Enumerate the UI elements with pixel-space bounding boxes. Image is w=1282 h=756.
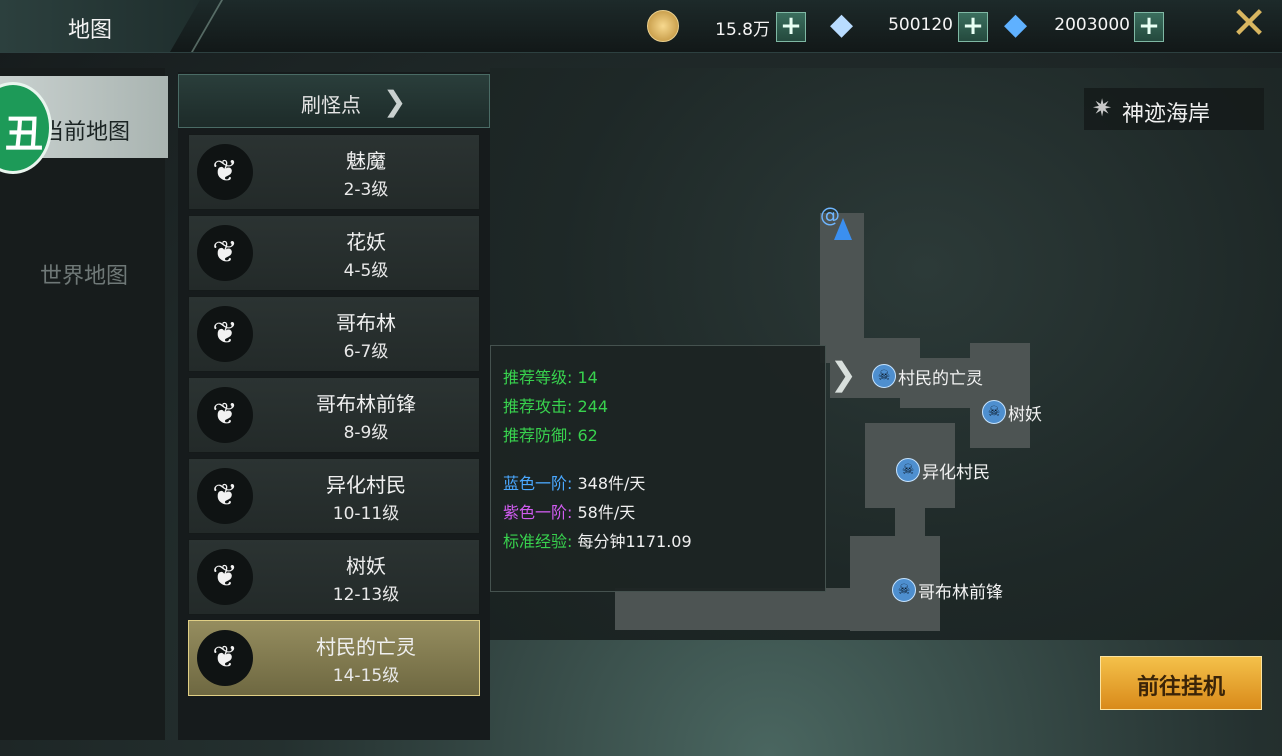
winged-boot-icon: ❦ <box>197 549 253 605</box>
winged-boot-icon: ❦ <box>197 468 253 524</box>
winged-boot-icon: ❦ <box>197 306 253 362</box>
monster-name: 魅魔 <box>346 149 386 173</box>
region-name-box: ✷ 神迹海岸 <box>1084 88 1264 130</box>
go-idle-button-label: 前往挂机 <box>1136 675 1225 700</box>
list-item[interactable]: ❦ 哥布林 6-7级 <box>188 296 480 372</box>
monster-name: 树妖 <box>346 554 386 578</box>
diamond-value: 500120 <box>888 15 953 35</box>
exp-label: 标准经验: <box>503 532 573 551</box>
rec-attack-value: 244 <box>577 397 609 416</box>
gold-coin-icon <box>647 10 679 42</box>
list-item[interactable]: ❦ 哥布林前锋 8-9级 <box>188 377 480 453</box>
winged-boot-icon: ❦ <box>197 144 253 200</box>
sun-icon: ✷ <box>1092 94 1113 122</box>
go-idle-button[interactable]: 前往挂机 <box>1100 656 1262 710</box>
skull-icon: ☠ <box>982 400 1006 424</box>
gold-value: 15.8万 <box>715 20 770 40</box>
rec-attack-label: 推荐攻击: <box>503 397 573 416</box>
skull-icon: ☠ <box>896 458 920 482</box>
winged-boot-icon: ❦ <box>197 225 253 281</box>
monster-name: 村民的亡灵 <box>316 635 416 659</box>
rec-defense-label: 推荐防御: <box>503 426 573 445</box>
diamond-currency: ◆ 500120 + <box>828 10 993 42</box>
monster-name: 哥布林 <box>336 311 396 335</box>
blue-drop-row: 蓝色一阶: 348件/天 <box>503 470 645 494</box>
blue-drop-label: 蓝色一阶: <box>503 474 573 493</box>
monster-level: 12-13级 <box>332 585 400 605</box>
region-name: 神迹海岸 <box>1122 102 1211 127</box>
rec-defense-row: 推荐防御: 62 <box>503 422 598 446</box>
blue-diamond-icon: ◆ <box>1004 7 1028 42</box>
rec-level-label: 推荐等级: <box>503 368 573 387</box>
monster-name: 哥布林前锋 <box>316 392 416 416</box>
rec-attack-row: 推荐攻击: 244 <box>503 393 608 417</box>
map-path <box>970 343 1030 448</box>
purple-drop-value: 58件/天 <box>577 503 636 522</box>
monster-level: 14-15级 <box>332 666 400 686</box>
map-marker-label: 哥布林前锋 <box>918 583 1003 603</box>
map-path <box>615 588 935 630</box>
monster-level: 10-11级 <box>332 504 400 524</box>
map-marker-label: 树妖 <box>1008 405 1042 425</box>
purple-drop-label: 紫色一阶: <box>503 503 573 522</box>
diamond-icon: ◆ <box>830 7 854 42</box>
rec-level-value: 14 <box>577 368 598 387</box>
pointer-arrow-icon: ❯ <box>830 355 857 393</box>
monster-level: 8-9级 <box>343 423 389 443</box>
winged-boot-icon: ❦ <box>197 387 253 443</box>
close-icon[interactable]: ✕ <box>1228 2 1270 46</box>
add-blue-diamond-button[interactable]: + <box>1134 12 1164 42</box>
monster-name: 花妖 <box>346 230 386 254</box>
purple-drop-row: 紫色一阶: 58件/天 <box>503 499 635 523</box>
skull-icon: ☠ <box>872 364 896 388</box>
monster-level: 4-5级 <box>343 261 389 281</box>
exp-value: 每分钟1171.09 <box>577 532 692 551</box>
map-badge-label: 丑 <box>5 112 44 156</box>
monster-name: 异化村民 <box>326 473 406 497</box>
add-gold-button[interactable]: + <box>776 12 806 42</box>
spawn-info-popup: 推荐等级: 14 推荐攻击: 244 推荐防御: 62 蓝色一阶: 348件/天… <box>490 345 826 592</box>
list-item[interactable]: ❦ 花妖 4-5级 <box>188 215 480 291</box>
list-item[interactable]: ❦ 树妖 12-13级 <box>188 539 480 615</box>
add-diamond-button[interactable]: + <box>958 12 988 42</box>
spawn-list-header[interactable]: 刷怪点 ❯ <box>178 74 490 128</box>
blue-diamond-currency: ◆ 2003000 + <box>1002 10 1167 42</box>
tab-world-map[interactable]: 世界地图 <box>40 258 128 290</box>
monster-level: 2-3级 <box>343 180 389 200</box>
top-bar: 地图 15.8万 + ◆ 500120 + ◆ 2003000 + ✕ <box>0 0 1282 53</box>
page-title: 地图 <box>68 18 113 43</box>
list-item[interactable]: ❦ 魅魔 2-3级 <box>188 134 480 210</box>
spawn-list-title: 刷怪点 <box>301 93 361 117</box>
exp-row: 标准经验: 每分钟1171.09 <box>503 528 692 552</box>
gold-currency: 15.8万 + <box>645 10 810 42</box>
chevron-right-icon: ❯ <box>383 85 407 118</box>
player-arrow-icon <box>834 218 852 240</box>
rec-defense-value: 62 <box>577 426 598 445</box>
tab-current-map-label: 当前地图 <box>42 120 131 145</box>
list-item[interactable]: ❦ 异化村民 10-11级 <box>188 458 480 534</box>
blue-diamond-value: 2003000 <box>1054 15 1130 35</box>
monster-level: 6-7级 <box>343 342 389 362</box>
winged-boot-icon: ❦ <box>197 630 253 686</box>
map-marker-label: 村民的亡灵 <box>898 369 983 389</box>
rec-level-row: 推荐等级: 14 <box>503 364 598 388</box>
spawn-list-panel: 刷怪点 ❯ ❦ 魅魔 2-3级 ❦ 花妖 4-5级 ❦ 哥布林 6-7级 ❦ 哥… <box>178 72 490 740</box>
map-path <box>895 483 925 543</box>
skull-icon: ☠ <box>892 578 916 602</box>
list-item-selected[interactable]: ❦ 村民的亡灵 14-15级 <box>188 620 480 696</box>
map-marker-label: 异化村民 <box>922 463 990 483</box>
blue-drop-value: 348件/天 <box>577 474 646 493</box>
